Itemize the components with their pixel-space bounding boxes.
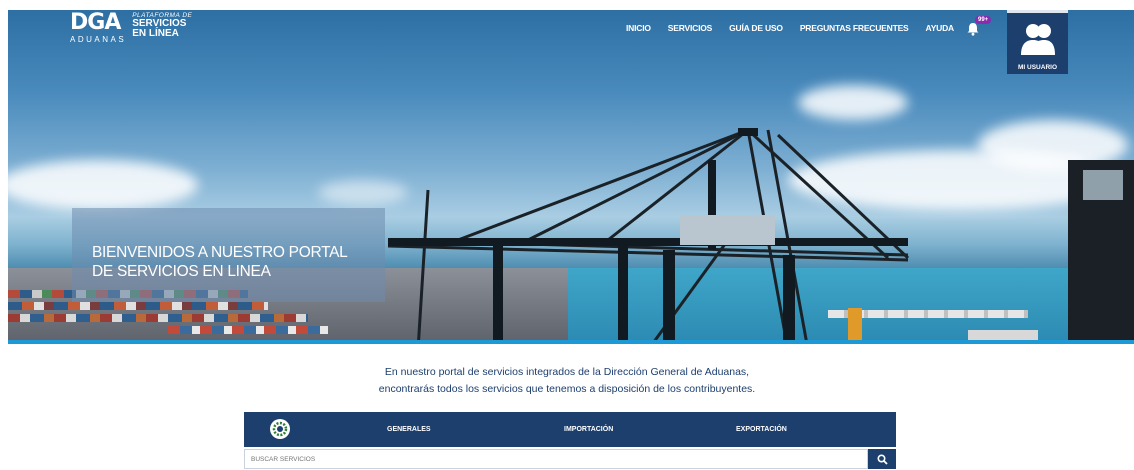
logo-platform-text: PLATAFORMA DE SERVICIOS EN LÍNEA [132, 12, 192, 39]
nav-preguntas-frecuentes[interactable]: PREGUNTAS FRECUENTES [800, 23, 909, 33]
welcome-line-1: BIENVENIDOS A NUESTRO PORTAL [92, 244, 348, 261]
tab-generales[interactable]: GENERALES [387, 426, 431, 433]
intro-line-2: encontrarás todos los servicios que tene… [378, 383, 756, 395]
nav-inicio[interactable]: INICIO [626, 23, 651, 33]
logo-dga-mark: DGA [70, 10, 121, 35]
users-icon [1021, 24, 1055, 55]
notification-badge: 99+ [975, 16, 992, 24]
gear-icon [272, 421, 288, 437]
search-input[interactable] [244, 449, 868, 469]
search-icon [876, 453, 888, 465]
user-menu-label: MI USUARIO [1018, 64, 1057, 71]
bell-icon[interactable] [966, 22, 980, 36]
welcome-line-2: DE SERVICIOS EN LINEA [92, 263, 271, 280]
nav-servicios[interactable]: SERVICIOS [668, 23, 713, 33]
intro-line-1: En nuestro portal de servicios integrado… [384, 366, 750, 378]
tab-all-services-icon[interactable] [270, 419, 290, 439]
service-search [244, 449, 896, 469]
welcome-heading: BIENVENIDOS A NUESTRO PORTAL DE SERVICIO… [92, 243, 348, 281]
tab-exportacion[interactable]: EXPORTACIÓN [736, 426, 787, 433]
hero-accent-bar [8, 340, 1134, 344]
search-button[interactable] [868, 449, 896, 469]
logo-aduanas-text: ADUANAS [70, 35, 127, 44]
user-menu-button[interactable]: MI USUARIO [1007, 10, 1068, 74]
main-nav: INICIO SERVICIOS GUÍA DE USO PREGUNTAS F… [626, 23, 971, 33]
welcome-panel: BIENVENIDOS A NUESTRO PORTAL DE SERVICIO… [72, 208, 385, 302]
dga-logo[interactable]: DGA ADUANAS PLATAFORMA DE SERVICIOS EN L… [70, 12, 192, 48]
logo-platform-line2: EN LÍNEA [132, 28, 179, 39]
nav-guia-de-uso[interactable]: GUÍA DE USO [729, 23, 783, 33]
nav-ayuda[interactable]: AYUDA [926, 23, 955, 33]
service-tabs: GENERALES IMPORTACIÓN EXPORTACIÓN [244, 412, 896, 447]
tab-importacion[interactable]: IMPORTACIÓN [564, 426, 613, 433]
intro-text: En nuestro portal de servicios integrado… [0, 364, 1134, 398]
